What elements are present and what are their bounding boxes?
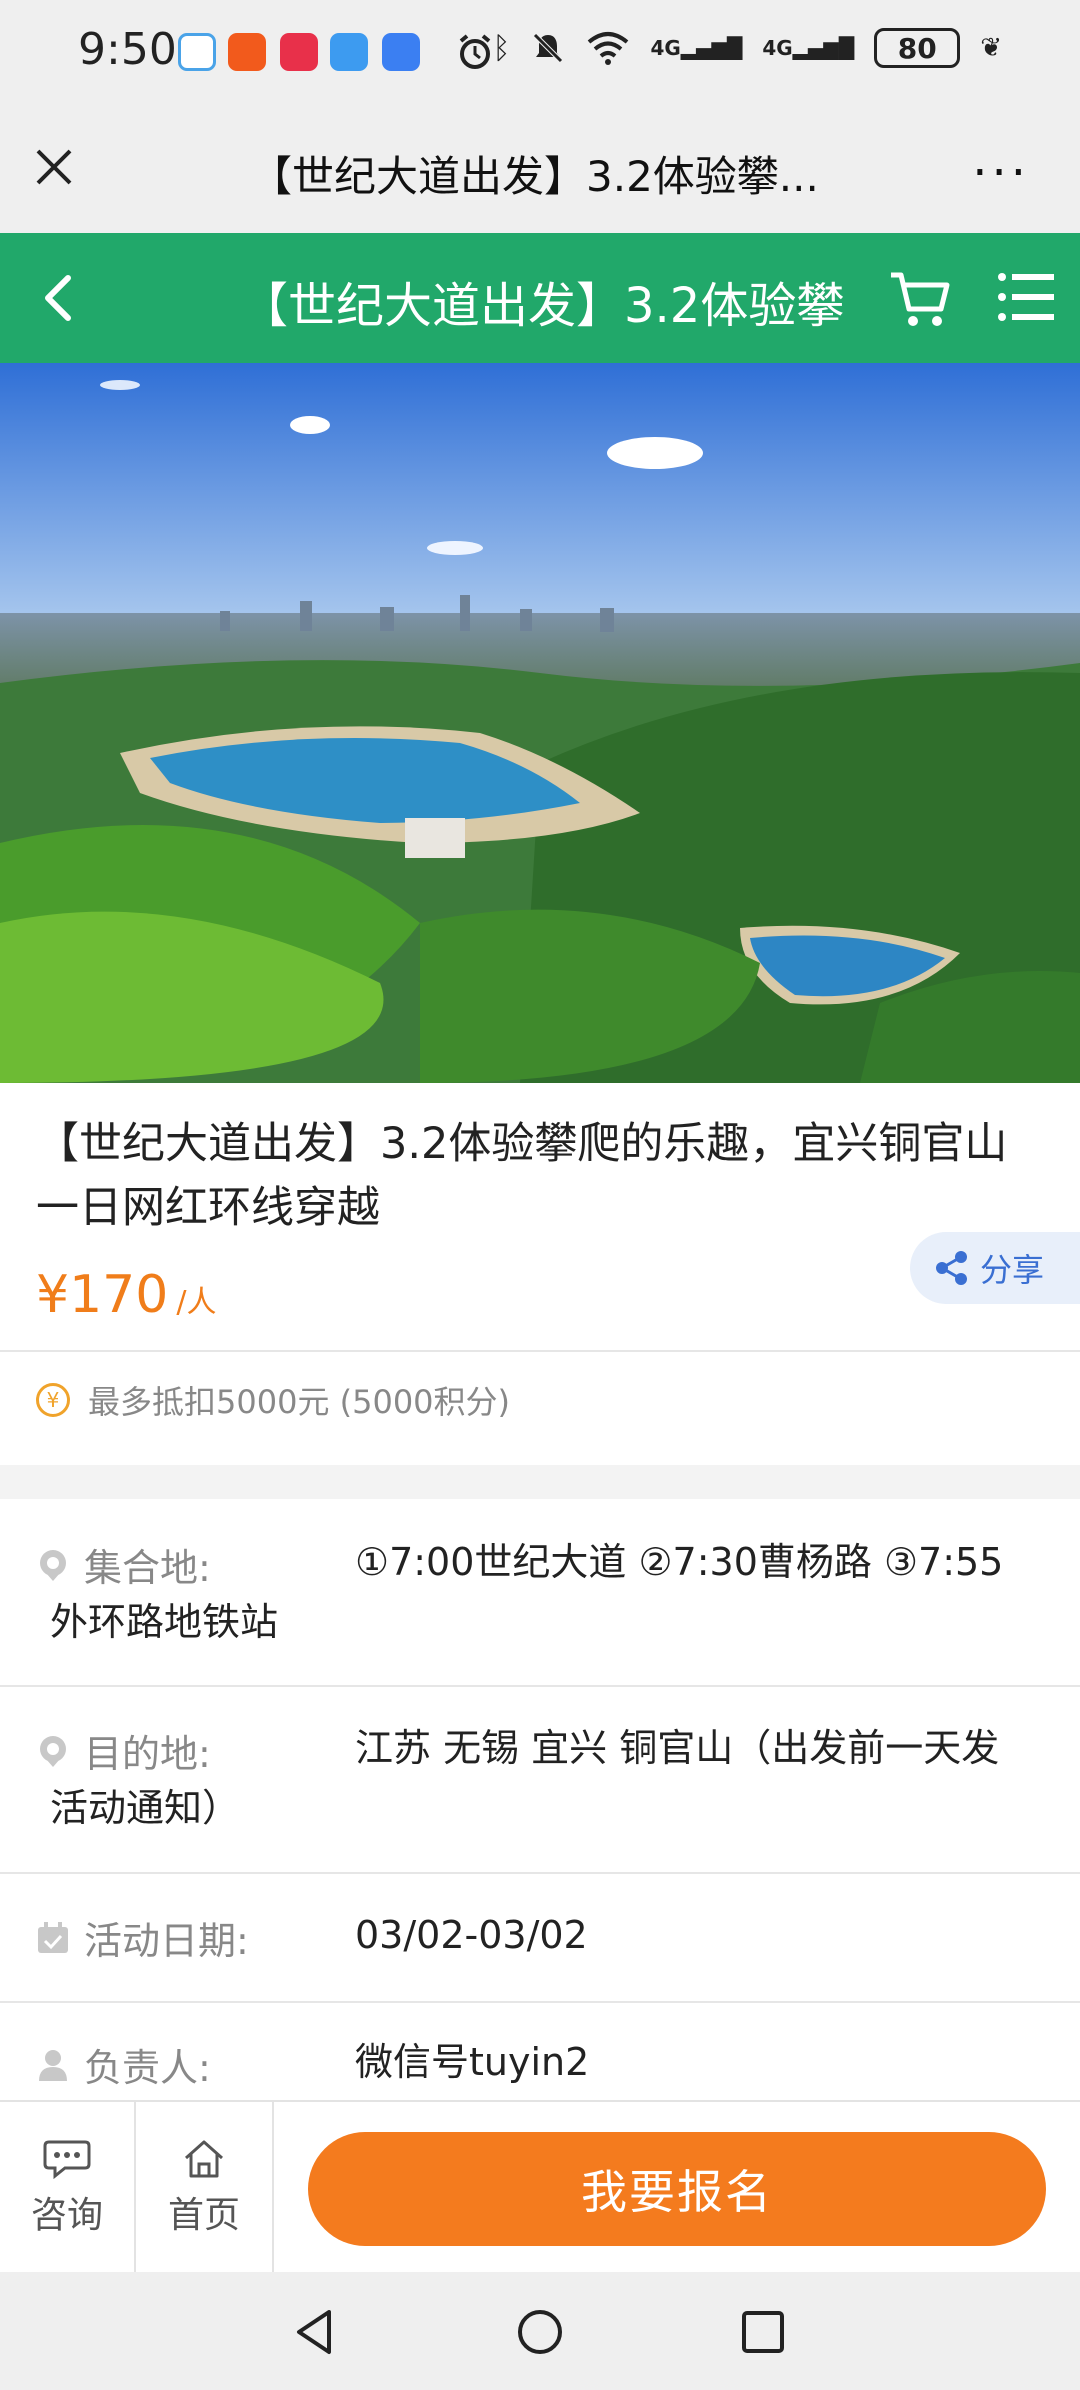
date-value: 03/02-03/02 [355,1913,588,1957]
battery-level: 80 [897,31,937,65]
signal-4g-icon: 4G▂▄▆█ [762,36,855,60]
divider [0,1685,1080,1687]
page-title: 【世纪大道出发】3.2体验攀... [250,152,819,201]
status-time: 9:50 [78,24,177,75]
label-text: 集合地: [84,1546,211,1590]
points-text: 最多抵扣5000元 (5000积分) [88,1383,511,1421]
home-label: 首页 [167,2195,240,2236]
home-icon [185,2140,223,2178]
status-bar: 9:50 ᛒ 4G▂▄▆█ 4G▂▄▆█ 80 ❦ [0,0,1080,105]
xiaohongshu-app-icon [280,33,318,71]
label-text: 活动日期: [84,1919,249,1963]
signup-button[interactable]: 我要报名 [308,2132,1046,2246]
hero-photo [0,363,1080,1083]
divider [0,1872,1080,1874]
location-pin-icon [40,1549,66,1581]
share-label: 分享 [980,1251,1045,1289]
destination-value-cont: 活动通知） [50,1786,241,1830]
section-gap [0,1465,1080,1499]
meeting-point-value-cont: 外环路地铁站 [50,1600,279,1644]
chat-app-icon [330,33,368,71]
consult-button[interactable]: 咨询 [0,2102,134,2274]
location-pin-icon [40,1735,66,1767]
battery-icon: 80 [874,28,961,68]
points-info: ¥ 最多抵扣5000元 (5000积分) [36,1377,510,1423]
more-options-button[interactable]: ··· [972,145,1030,201]
close-icon[interactable] [30,143,78,191]
destination-value: 江苏 无锡 宜兴 铜官山（出发前一天发 [355,1726,1000,1770]
bottom-action-bar: 咨询 首页 我要报名 [0,2100,1080,2274]
landscape-image [0,363,1080,1083]
person-icon [39,2049,67,2081]
leader-value: 微信号tuyin2 [355,2040,590,2084]
leaf-icon: ❦ [980,33,1002,63]
activity-title: 【世纪大道出发】3.2体验攀爬的乐趣，宜兴铜官山一日网红环线穿越 [36,1119,1008,1233]
chat-bubble-icon [43,2140,91,2180]
mute-bell-icon [533,33,564,63]
status-indicators: ᛒ 4G▂▄▆█ 4G▂▄▆█ 80 ❦ [492,28,1002,68]
destination-label: 目的地: [36,1723,211,1778]
alarm-icon [459,34,491,69]
date-label: 活动日期: [36,1910,249,1965]
label-text: 目的地: [84,1732,211,1776]
home-circle-icon[interactable] [510,2302,570,2362]
price-value: ¥170 [36,1265,169,1325]
divider [0,1350,1080,1352]
price-unit: /人 [176,1285,217,1320]
share-icon [936,1251,967,1285]
signal-label: 4G [762,36,793,60]
menu-icon[interactable] [996,271,1056,323]
bluetooth-icon: ᛒ [492,30,511,66]
wifi-icon [588,32,629,65]
app-header: 【世纪大道出发】3.2体验攀 [0,233,1080,363]
meeting-point-label: 集合地: [36,1537,211,1592]
back-arrow-icon[interactable] [30,268,90,328]
label-text: 负责人: [84,2046,211,2090]
home-button[interactable]: 首页 [136,2102,272,2274]
share-button[interactable]: 分享 [910,1232,1080,1304]
header-title: 【世纪大道出发】3.2体验攀 [240,278,845,334]
calendar-icon [38,1921,68,1953]
system-nav-bar [0,2272,1080,2390]
messages-app-icon [178,33,216,71]
separator [272,2102,274,2274]
signal-label: 4G [650,36,681,60]
upload-app-icon [382,33,420,71]
meeting-point-value: ①7:00世纪大道 ②7:30曹杨路 ③7:55 [355,1540,1004,1584]
coin-icon: ¥ [36,1383,70,1417]
signal-4g-icon: 4G▂▄▆█ [650,36,743,60]
leader-label: 负责人: [36,2037,211,2092]
price: ¥170/人 [36,1265,216,1325]
divider [0,2001,1080,2003]
mini-program-title-bar: 【世纪大道出发】3.2体验攀... ··· [0,105,1080,233]
cart-icon[interactable] [885,263,955,333]
recents-square-icon[interactable] [733,2302,793,2362]
taobao-app-icon [228,33,266,71]
back-triangle-icon[interactable] [285,2302,345,2362]
consult-label: 咨询 [30,2195,103,2236]
